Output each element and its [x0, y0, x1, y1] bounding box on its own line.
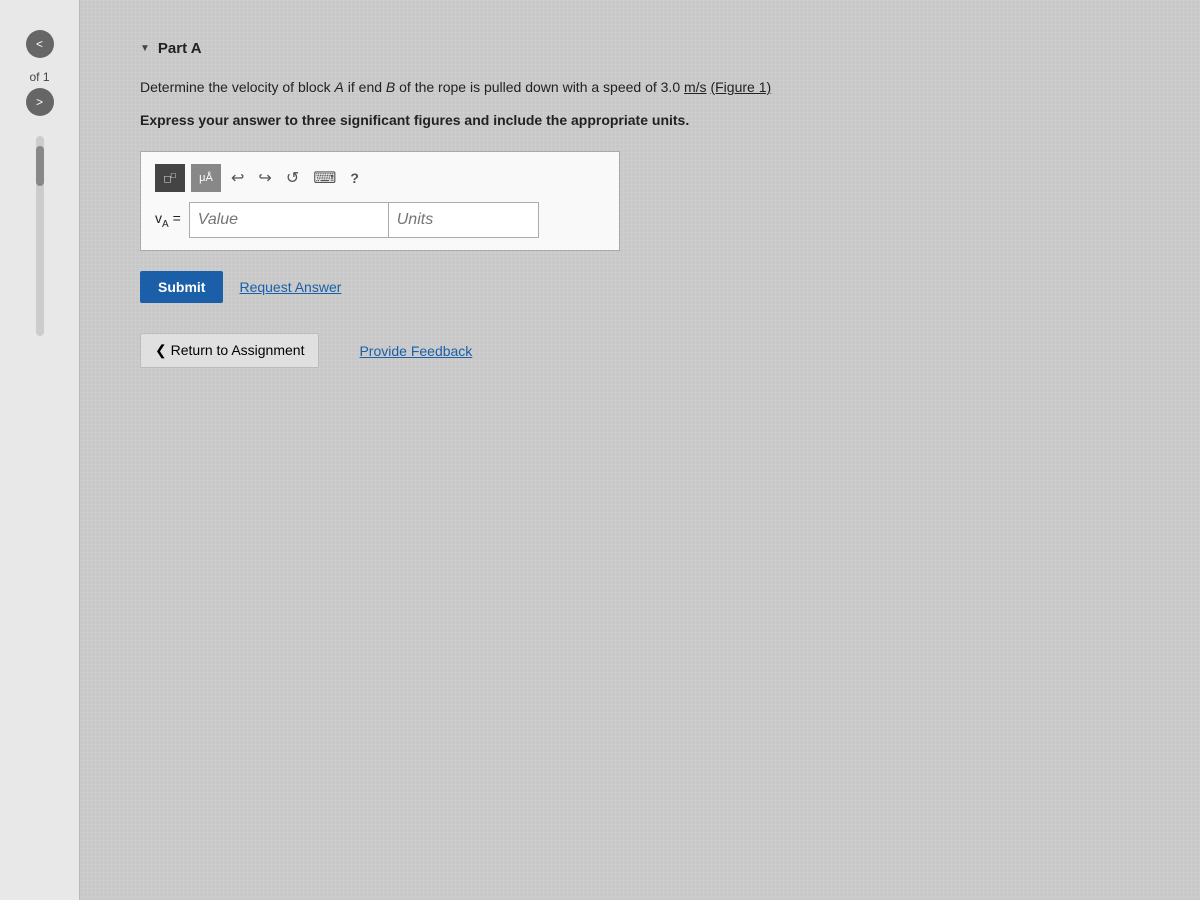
main-content: ▼ Part A Determine the velocity of block… — [80, 0, 1200, 900]
greek-mu-icon: μÅ — [199, 172, 213, 184]
answer-box: □□ μÅ ↩ ↪ ↺ ⌨ ? vA = — [140, 151, 620, 251]
reset-button[interactable]: ↺ — [282, 166, 303, 190]
next-button[interactable]: > — [26, 88, 54, 116]
input-row: vA = — [155, 202, 605, 238]
prev-button[interactable]: < — [26, 30, 54, 58]
question-text: Determine the velocity of block A if end… — [140, 77, 1140, 98]
question-part2: if end — [344, 79, 386, 95]
redo-icon: ↪ — [258, 170, 271, 187]
scrollbar[interactable] — [36, 136, 44, 336]
part-title: Part A — [158, 40, 202, 57]
instruction-text: Express your answer to three significant… — [140, 110, 1140, 131]
format-icon-1: □□ — [164, 171, 176, 186]
question-part1: Determine the velocity of block — [140, 79, 335, 95]
request-answer-button[interactable]: Request Answer — [239, 279, 341, 295]
help-icon[interactable]: ? — [350, 170, 359, 186]
prev-icon: < — [36, 37, 43, 51]
part-header: ▼ Part A — [140, 40, 1140, 57]
provide-feedback-button[interactable]: Provide Feedback — [359, 343, 472, 359]
block-A-label: A — [335, 79, 344, 95]
format-button-1[interactable]: □□ — [155, 164, 185, 192]
block-B-label: B — [386, 79, 395, 95]
buttons-row: Submit Request Answer — [140, 271, 1140, 303]
variable-subscript: A — [162, 219, 169, 230]
units-underline: m/s — [684, 79, 707, 95]
redo-button[interactable]: ↪ — [254, 166, 275, 190]
variable-label: vA = — [155, 210, 181, 230]
keyboard-button[interactable]: ⌨ — [309, 166, 340, 190]
next-icon: > — [36, 95, 43, 109]
greek-mu-button[interactable]: μÅ — [191, 164, 221, 192]
units-input[interactable] — [389, 202, 539, 238]
keyboard-icon: ⌨ — [313, 170, 336, 187]
value-input[interactable] — [189, 202, 389, 238]
undo-button[interactable]: ↩ — [227, 166, 248, 190]
sidebar-navigation: < of 1 > — [26, 30, 54, 116]
sidebar: < of 1 > — [0, 0, 80, 900]
collapse-arrow-icon[interactable]: ▼ — [140, 43, 150, 54]
toolbar-row: □□ μÅ ↩ ↪ ↺ ⌨ ? — [155, 164, 605, 192]
scrollbar-thumb[interactable] — [36, 146, 44, 186]
question-part3: of the rope is pulled down with a speed … — [395, 79, 706, 95]
submit-button[interactable]: Submit — [140, 271, 223, 303]
undo-icon: ↩ — [231, 170, 244, 187]
page-info: of 1 — [29, 70, 49, 84]
reset-icon: ↺ — [286, 170, 299, 187]
figure-link[interactable]: (Figure 1) — [710, 79, 771, 95]
bottom-row: ❮ Return to Assignment Provide Feedback — [140, 333, 1140, 368]
return-to-assignment-button[interactable]: ❮ Return to Assignment — [140, 333, 319, 368]
